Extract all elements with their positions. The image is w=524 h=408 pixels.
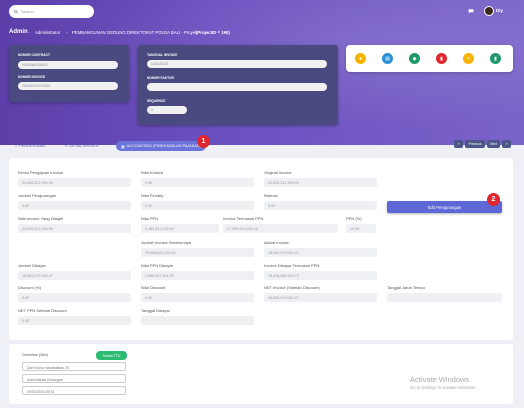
tab-detail-invoice[interactable]: ≡ DETAIL INVOICE — [65, 141, 99, 151]
no-invoice-field[interactable]: 2001/INV/0720022 — [18, 82, 118, 90]
breadcrumb-project: (ProjectID = 190) — [196, 30, 230, 35]
no-faktur-label: NOMOR FAKTUR — [147, 76, 174, 80]
tab-label: PENGERJAAN — [19, 144, 46, 148]
breadcrumb-sep: - — [29, 30, 31, 35]
search-input[interactable]: Search — [21, 9, 34, 14]
net-ppn-label: NET PPN Setelah Discount — [18, 308, 67, 313]
breadcrumb-section[interactable]: Administrator — [35, 30, 60, 35]
breadcrumb-page: PEMBANGUNAN GEDUNG DIREKTORAT POLDA BALI… — [72, 30, 198, 35]
tab-pengerjaan[interactable]: ⌂ PENGERJAAN — [15, 141, 45, 151]
no-contract-field[interactable]: 9020/MA/020021 — [18, 61, 118, 69]
no-contract-label: NOMOR CONTRACT — [18, 53, 51, 57]
nilai-ppn-dibayar-label: Nilai PPN Dibayar — [141, 263, 174, 268]
receipt-icon[interactable]: ▤ — [382, 53, 393, 64]
jumlah-pengurangan-label: Jumlah Pengurangan — [18, 193, 57, 198]
user-name[interactable]: Diy — [496, 8, 503, 13]
contract-card: NOMOR CONTRACT 9020/MA/020021 NOMOR INVO… — [9, 45, 129, 102]
inv-dibayar-ppn-field[interactable]: 18,216,086,944.72 — [264, 271, 377, 280]
jumlah-sebelum-field[interactable]: 76,966,822,262.62 — [141, 248, 254, 257]
net-inv-label: NET Invoice (Setelah Discount) — [264, 285, 320, 290]
tab-label: ACCOUNTING (PENGHASILAN PAJAKAN) — [126, 144, 201, 148]
sequence-field[interactable]: 5 — [147, 106, 187, 114]
file-icon[interactable]: ▮ — [490, 53, 501, 64]
net-inv-field[interactable]: 16,560,079,040.47 — [264, 293, 377, 302]
revisi-label: Revisi Pengajuan Invoice — [18, 170, 63, 175]
overview-card: Overview (36d) Sudah TTD Dari Nomor Manf… — [9, 344, 513, 404]
tgl-dibayar-field[interactable] — [141, 316, 254, 325]
tgl-invoice-field[interactable]: 03/01/2023 — [147, 60, 327, 68]
callout-badge-1: 1 — [197, 135, 210, 148]
last-button[interactable]: » — [502, 140, 511, 148]
sequence-label: SEQUENCE — [147, 99, 166, 103]
discount-pct-label: Discount (%) — [18, 285, 41, 290]
home-icon: ⌂ — [15, 144, 18, 148]
aktual-field[interactable]: 18,560,079,040.47 — [264, 248, 377, 257]
nilai-penalty-label: Nilai Penalty — [141, 193, 164, 198]
calculator-icon: ▦ — [121, 144, 125, 149]
ppn-pct-field[interactable]: 10.00 — [346, 224, 376, 233]
search-bar[interactable]: Search — [9, 5, 94, 18]
document-icon[interactable]: ▮ — [436, 53, 447, 64]
list-icon: ≡ — [65, 144, 68, 148]
nilai-ppn-label: Nilai PPN — [141, 216, 159, 221]
inv-ppn-label: Invoice Termasuk PPN — [223, 216, 264, 221]
tab-accounting[interactable]: ▦ ACCOUNTING (PENGHASILAN PAJAKAN) — [116, 141, 206, 151]
chat-bubble-icon[interactable] — [468, 8, 474, 14]
inv-ppn-field[interactable]: 27,308,943,634.49 — [223, 224, 338, 233]
avatar[interactable] — [484, 6, 494, 16]
tgl-jatuh-label: Tanggal Jatuh Tempo — [387, 285, 425, 290]
watermark-title: Activate Windows — [410, 375, 470, 384]
no-faktur-field[interactable] — [147, 83, 327, 91]
plus-icon[interactable]: + — [463, 53, 474, 64]
nilai-tagih-label: Nilai Invoice Yang Ditagih — [18, 216, 64, 221]
tgl-invoice-label: TANGGAL INVOICE — [147, 53, 178, 57]
watermark-sub: Go to Settings to activate Windows. — [410, 385, 477, 390]
page-title: Admin — [9, 29, 28, 35]
first-button[interactable]: « — [454, 140, 463, 148]
no-invoice-label: NOMOR INVOICE — [18, 75, 46, 79]
nilai-discount-label: Nilai Discount — [141, 285, 166, 290]
jumlah-sebelum-label: Jumlah Invoice Sebelumnya — [141, 240, 192, 245]
callout-badge-2: 2 — [487, 193, 500, 206]
overview-line-2: Administrasi Keuangan — [22, 374, 126, 383]
net-ppn-field[interactable]: 0.00 — [18, 316, 131, 325]
windows-watermark: Activate Windows Go to Settings to activ… — [410, 375, 476, 390]
tab-bar: ⌂ PENGERJAAN ≡ DETAIL INVOICE ▦ ACCOUNTING … — [9, 139, 513, 153]
jumlah-dibayar-field[interactable]: 16,560,079,040.47 — [18, 271, 131, 280]
action-icon-bar: ● ▤ ◆ ▮ + ▮ — [346, 45, 513, 72]
retensi-label: Retensi — [264, 193, 278, 198]
overview-line-1: Dari Nomor Manfaatkan 25 — [22, 362, 126, 371]
tgl-dibayar-label: Tanggal Dibayar — [141, 308, 170, 313]
nilai-tagih-field[interactable]: 24,826,312,394.99 — [18, 224, 131, 233]
tgl-jatuh-field[interactable] — [387, 293, 502, 302]
coin-icon[interactable]: ● — [355, 53, 366, 64]
nilai-penalty-field[interactable]: 0.00 — [141, 201, 254, 210]
overview-title: Overview (36d) — [22, 353, 48, 357]
nilai-ppn-field[interactable]: 2,482,631,239.50 — [141, 224, 219, 233]
aktual-label: Aktual Invoice — [264, 240, 289, 245]
edit-pengurangan-button[interactable]: Edit Pengurangan — [387, 201, 502, 213]
original-field[interactable]: 24,826,312,394.99 — [264, 178, 377, 187]
nilai-ppn-dibayar-field[interactable]: 1,656,007,904.05 — [141, 271, 254, 280]
nilai-discount-field[interactable]: 0.00 — [141, 293, 254, 302]
breadcrumb-sep: - — [66, 30, 68, 35]
invoice-card: TANGGAL INVOICE 03/01/2023 NOMOR FAKTUR … — [138, 45, 338, 125]
next-button[interactable]: Next — [487, 140, 500, 148]
jumlah-dibayar-label: Jumlah Dibayar — [18, 263, 46, 268]
nilai-koreksi-field[interactable]: 0.00 — [141, 178, 254, 187]
previous-button[interactable]: Previous — [465, 140, 485, 148]
discount-pct-field[interactable]: 0.00 — [18, 293, 131, 302]
status-badge[interactable]: Sudah TTD — [96, 351, 127, 360]
revisi-field[interactable]: 24,826,312,394.99 — [18, 178, 131, 187]
search-icon — [14, 9, 18, 14]
overview-line-3: 09/02/2023 09:33 — [22, 386, 126, 395]
tab-label: DETAIL INVOICE — [69, 144, 99, 148]
retensi-field[interactable]: 0.00 — [264, 201, 377, 210]
ppn-pct-label: PPN (%) — [346, 216, 362, 221]
original-label: Original Invoice — [264, 170, 292, 175]
jumlah-pengurangan-field[interactable]: 0.00 — [18, 201, 131, 210]
nilai-koreksi-label: Nilai Koreksi — [141, 170, 164, 175]
chat-icon[interactable]: ◆ — [409, 53, 420, 64]
inv-dibayar-ppn-label: Invoice Dibayar Termasuk PPN — [264, 263, 320, 268]
